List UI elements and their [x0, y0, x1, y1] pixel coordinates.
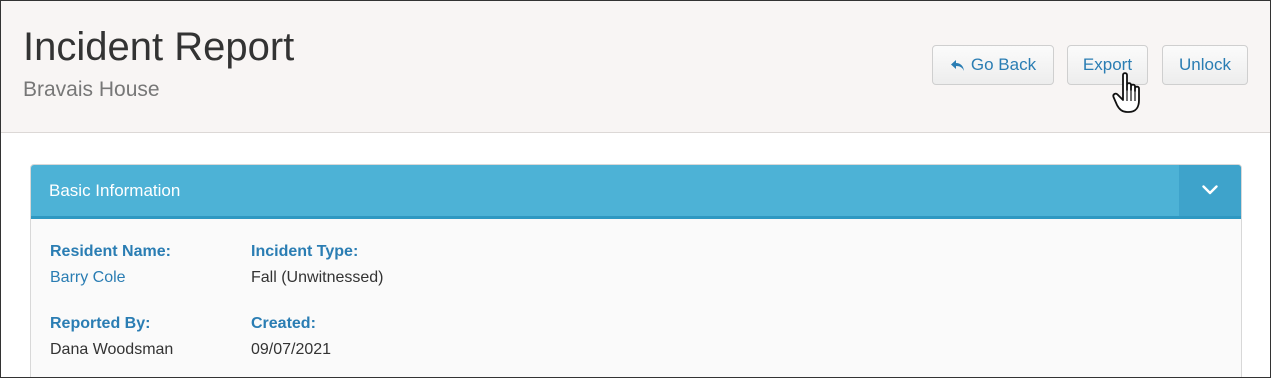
app-window: Incident Report Bravais House Go Back Ex… [0, 0, 1271, 378]
page-header: Incident Report Bravais House Go Back Ex… [1, 1, 1270, 133]
unlock-label: Unlock [1179, 55, 1231, 74]
unlock-button[interactable]: Unlock [1162, 45, 1248, 85]
reported-by-label: Reported By: [50, 315, 151, 332]
incident-type-value: Fall (Unwitnessed) [251, 269, 384, 286]
reply-arrow-icon [950, 59, 965, 72]
incident-type-label: Incident Type: [251, 243, 359, 260]
resident-name-link[interactable]: Barry Cole [50, 269, 126, 287]
page-title: Incident Report [23, 25, 295, 69]
go-back-button[interactable]: Go Back [932, 45, 1054, 85]
basic-information-panel: Basic Information Resident Name: Barry C… [30, 164, 1242, 377]
created-value: 09/07/2021 [251, 341, 332, 358]
collapse-toggle[interactable] [1179, 165, 1241, 216]
go-back-label: Go Back [970, 55, 1037, 74]
chevron-down-icon [1202, 182, 1218, 200]
panel-title: Basic Information [49, 181, 181, 200]
page-subtitle: Bravais House [23, 78, 160, 101]
resident-name-label: Resident Name: [50, 243, 171, 260]
panel-header[interactable]: Basic Information [31, 165, 1241, 219]
created-label: Created: [251, 315, 316, 332]
reported-by-value: Dana Woodsman [50, 341, 174, 358]
hand-pointer-icon [1111, 71, 1149, 124]
